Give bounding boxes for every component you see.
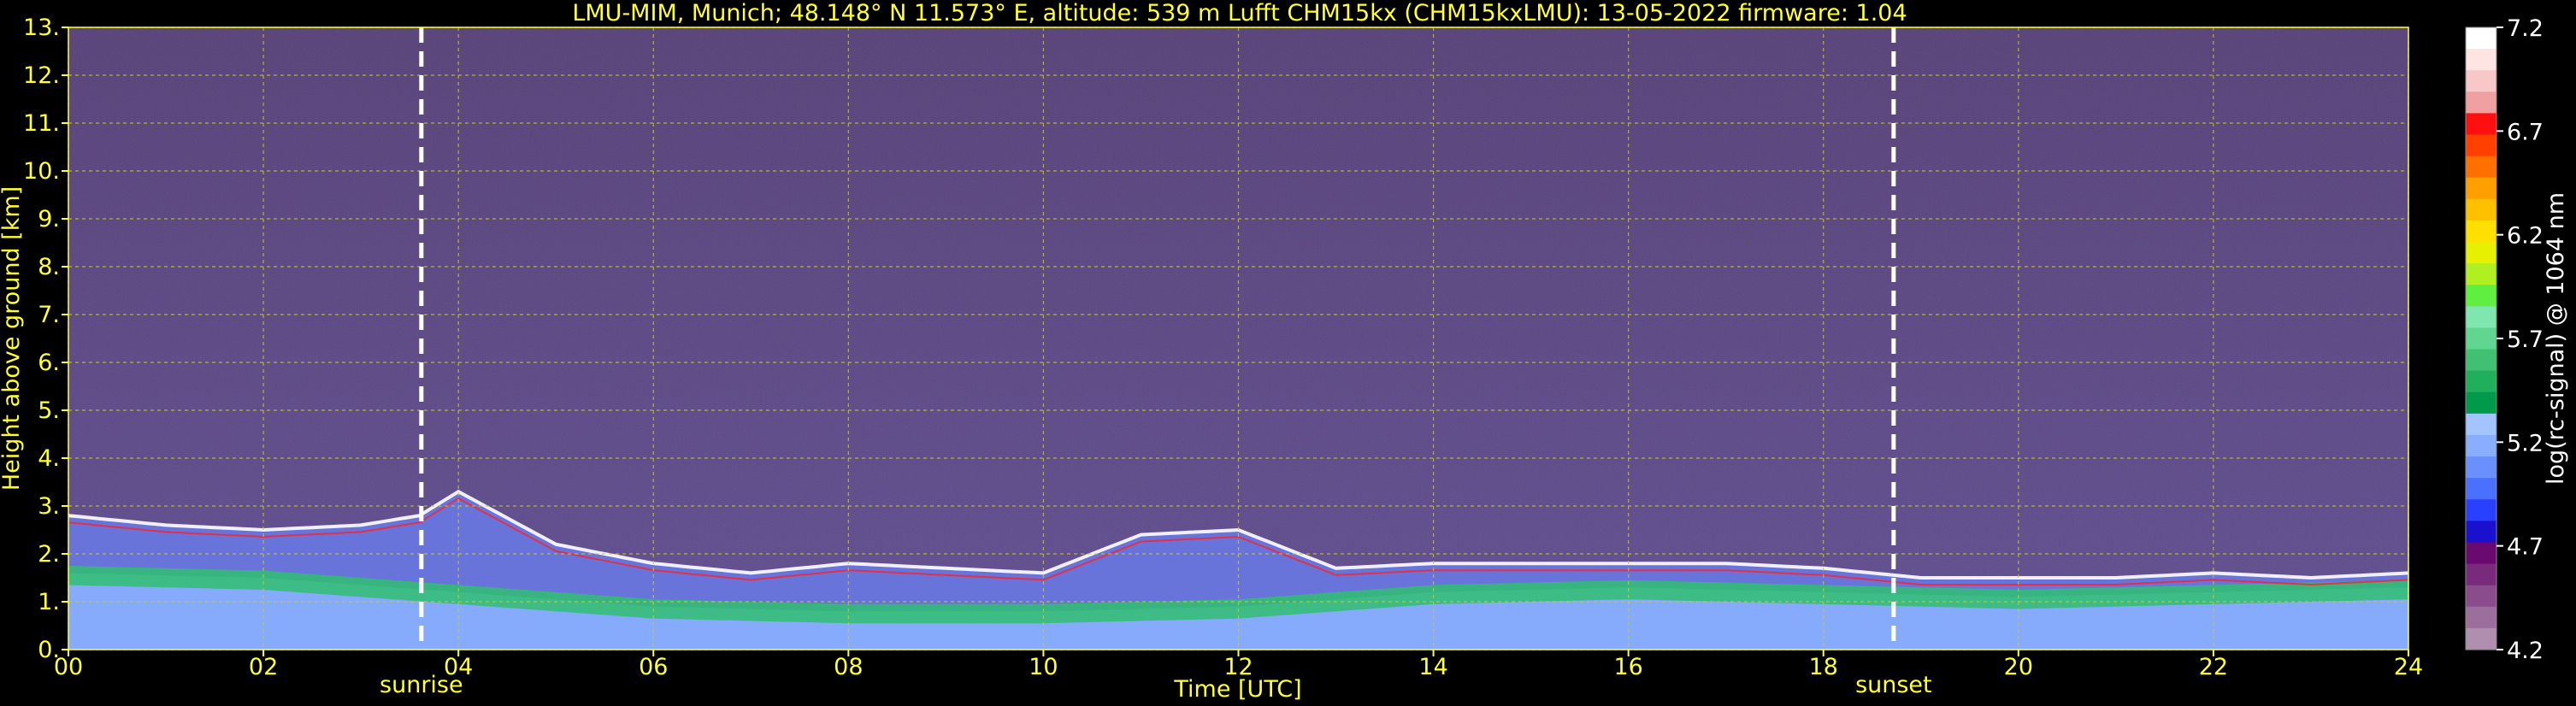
colorbar-tick-label: 6.7 <box>2507 119 2544 145</box>
colorbar-segment <box>2466 606 2496 629</box>
y-tick-label: 0. <box>38 637 60 663</box>
colorbar-segment <box>2466 220 2496 243</box>
y-tick-label: 10. <box>23 158 60 185</box>
colorbar-segment <box>2466 91 2496 115</box>
colorbar-segment <box>2466 563 2496 586</box>
colorbar-segment <box>2466 349 2496 372</box>
colorbar-segment <box>2466 391 2496 415</box>
sun-marker-label: sunset <box>1855 672 1932 698</box>
colorbar-segment <box>2466 413 2496 436</box>
y-tick-label: 6. <box>38 350 60 376</box>
y-tick-label: 5. <box>38 397 60 424</box>
colorbar-segment <box>2466 456 2496 479</box>
y-tick-label: 1. <box>38 589 60 615</box>
colorbar-segment <box>2466 27 2496 50</box>
colorbar-segment <box>2466 478 2496 500</box>
chart-title: LMU-MIM, Munich; 48.148° N 11.573° E, al… <box>572 0 1907 26</box>
colorbar-segment <box>2466 177 2496 200</box>
y-tick-label: 11. <box>23 110 60 137</box>
x-tick-label: 20 <box>2004 654 2033 680</box>
colorbar-tick-label: 7.2 <box>2507 15 2544 42</box>
x-tick-label: 24 <box>2394 654 2423 680</box>
colorbar-segment <box>2466 370 2496 393</box>
colorbar-tick-label: 4.2 <box>2507 638 2544 664</box>
colorbar-segment <box>2466 198 2496 221</box>
colorbar-segment <box>2466 306 2496 329</box>
x-tick-label: 22 <box>2199 654 2228 680</box>
colorbar-label: log(rc-signal) @ 1064 nm <box>2543 192 2569 485</box>
colorbar-segment <box>2466 285 2496 307</box>
x-tick-label: 10 <box>1029 654 1058 680</box>
colorbar-segment <box>2466 113 2496 136</box>
y-axis-ticks: 0. 1. 2. 3. 4. 5. 6. 7. 8. 9. 10. 11. 12. 13. <box>23 15 68 663</box>
x-tick-label: 02 <box>249 654 278 680</box>
x-tick-label: 06 <box>639 654 668 680</box>
x-tick-label: 14 <box>1418 654 1447 680</box>
y-tick-label: 2. <box>38 541 60 568</box>
plot-area <box>68 26 2409 650</box>
y-tick-label: 9. <box>38 206 60 232</box>
colorbar-segment <box>2466 49 2496 71</box>
colorbar-segment <box>2466 542 2496 565</box>
x-tick-label: 08 <box>834 654 863 680</box>
y-tick-label: 13. <box>23 15 60 41</box>
x-tick-label: 16 <box>1613 654 1642 680</box>
colorbar-tick-label: 5.7 <box>2507 327 2544 353</box>
colorbar-tick-label: 5.2 <box>2507 430 2544 456</box>
y-tick-label: 7. <box>38 302 60 328</box>
colorbar-segment <box>2466 156 2496 179</box>
colorbar-segment <box>2466 327 2496 350</box>
colorbar-segment <box>2466 134 2496 157</box>
x-tick-label: 04 <box>444 654 473 680</box>
colorbar-segment <box>2466 627 2496 650</box>
colorbar-tick-label: 6.2 <box>2507 223 2544 250</box>
colorbar-segment <box>2466 521 2496 544</box>
colorbar: 7.2 6.7 6.2 5.7 5.2 4.7 4.2 <box>2465 15 2544 664</box>
ceilometer-chart: LMU-MIM, Munich; 48.148° N 11.573° E, al… <box>0 0 2569 703</box>
y-tick-label: 4. <box>38 445 60 472</box>
colorbar-segment <box>2466 434 2496 457</box>
colorbar-segment <box>2466 242 2496 264</box>
colorbar-segment <box>2466 70 2496 92</box>
y-tick-label: 12. <box>23 62 60 89</box>
y-tick-label: 8. <box>38 254 60 280</box>
y-tick-label: 3. <box>38 493 60 520</box>
x-axis-label: Time [UTC] <box>1173 676 1301 703</box>
colorbar-tick-label: 4.7 <box>2507 534 2544 561</box>
colorbar-segment <box>2466 585 2496 608</box>
colorbar-segment <box>2466 263 2496 285</box>
x-tick-label: 18 <box>1809 654 1838 680</box>
y-axis-label: Height above ground [km] <box>0 186 25 491</box>
colorbar-segment <box>2466 499 2496 521</box>
